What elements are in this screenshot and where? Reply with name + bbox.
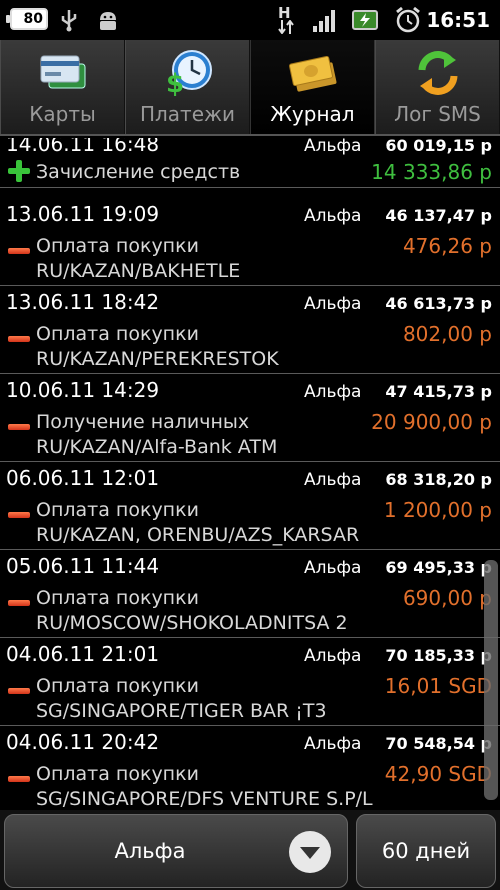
tab-journal[interactable]: Журнал: [250, 40, 375, 134]
transaction-row[interactable]: 06.06.11 12:01 Альфа 68 318,20 р Оплата …: [0, 462, 500, 550]
transaction-description: Оплата покупки RU/KAZAN/PEREKRESTOK: [36, 323, 279, 370]
transaction-bank: Альфа: [304, 206, 362, 226]
money-journal-icon: [288, 55, 336, 92]
tab-label: Лог SMS: [394, 102, 481, 126]
period-button[interactable]: 60 дней: [356, 814, 496, 888]
tab-label: Платежи: [139, 102, 236, 126]
transaction-date: 06.06.11 12:01: [6, 466, 160, 490]
transaction-bank: Альфа: [304, 470, 362, 490]
transaction-balance: 60 019,15 р: [385, 138, 492, 155]
minus-icon: [8, 240, 30, 262]
transaction-list[interactable]: 14.06.11 16:48 Альфа 60 019,15 р Зачисле…: [0, 138, 500, 810]
transaction-bank: Альфа: [304, 558, 362, 578]
transaction-description: Оплата покупки SG/SINGAPORE/DFS VENTURE S…: [36, 763, 373, 810]
battery-charging-icon: [352, 10, 378, 30]
transaction-bank: Альфа: [304, 646, 362, 666]
plus-icon: [8, 160, 30, 182]
transaction-row[interactable]: 13.06.11 18:42 Альфа 46 613,73 р Оплата …: [0, 286, 500, 374]
usb-icon: [61, 10, 77, 32]
transaction-date: 13.06.11 19:09: [6, 202, 160, 226]
sync-arrows-icon: [418, 51, 457, 95]
transaction-description: Получение наличных RU/KAZAN/Alfa-Bank ATM: [36, 411, 278, 458]
scrollbar-thumb[interactable]: [484, 560, 498, 800]
android-debug-icon: [100, 12, 116, 30]
bank-selector-dropdown[interactable]: Альфа: [4, 814, 348, 888]
transaction-row[interactable]: 04.06.11 21:01 Альфа 70 185,33 р Оплата …: [0, 638, 500, 726]
transaction-description: Оплата покупки RU/MOSCOW/SHOKOLADNITSA 2: [36, 587, 348, 634]
transaction-amount: 476,26 р: [402, 234, 492, 258]
data-transfer-icon: [278, 20, 294, 34]
transaction-row[interactable]: 14.06.11 16:48 Альфа 60 019,15 р Зачисле…: [0, 138, 500, 188]
minus-icon: [8, 592, 30, 614]
transaction-description: Оплата покупки RU/KAZAN/BAKHETLE: [36, 235, 241, 282]
bottom-bar: Альфа 60 дней: [0, 810, 500, 890]
transaction-amount: 1 200,00 р: [383, 498, 492, 522]
transaction-bank: Альфа: [304, 294, 362, 314]
tab-bar: Карты $ Платежи Журнал Лог SMS: [0, 40, 500, 136]
transaction-balance: 70 185,33 р: [385, 646, 492, 665]
payments-clock-icon: $: [166, 50, 212, 98]
tab-sms-log[interactable]: Лог SMS: [375, 40, 500, 134]
transaction-amount: 690,00 р: [402, 586, 492, 610]
transaction-date: 04.06.11 20:42: [6, 730, 160, 754]
transaction-amount: 42,90 SGD: [384, 762, 492, 786]
transaction-balance: 46 137,47 р: [385, 206, 492, 225]
transaction-date: 14.06.11 16:48: [6, 138, 160, 156]
transaction-date: 13.06.11 18:42: [6, 290, 160, 314]
minus-icon: [8, 328, 30, 350]
transaction-bank: Альфа: [304, 734, 362, 754]
transaction-date: 05.06.11 11:44: [6, 554, 160, 578]
cards-icon: [40, 55, 85, 89]
transaction-description: Оплата покупки RU/KAZAN, ORENBU/AZS_KARSA…: [36, 499, 360, 546]
transaction-row[interactable]: 05.06.11 11:44 Альфа 69 495,33 р Оплата …: [0, 550, 500, 638]
transaction-row[interactable]: 04.06.11 20:42 Альфа 70 548,54 р Оплата …: [0, 726, 500, 810]
transaction-balance: 70 548,54 р: [385, 734, 492, 753]
transaction-balance: 69 495,33 р: [385, 558, 492, 577]
minus-icon: [8, 504, 30, 526]
transaction-date: 04.06.11 21:01: [6, 642, 160, 666]
transaction-description: Оплата покупки SG/SINGAPORE/TIGER BAR ¡T3: [36, 675, 327, 722]
transaction-bank: Альфа: [304, 138, 362, 156]
minus-icon: [8, 680, 30, 702]
status-bar: 80 H 16:51: [0, 0, 500, 40]
transaction-balance: 47 415,73 р: [385, 382, 492, 401]
transaction-row[interactable]: 10.06.11 14:29 Альфа 47 415,73 р Получен…: [0, 374, 500, 462]
transaction-balance: 68 318,20 р: [385, 470, 492, 489]
transaction-amount: 20 900,00 р: [371, 410, 492, 434]
transaction-amount: 16,01 SGD: [384, 674, 492, 698]
transaction-amount: 802,00 р: [402, 322, 492, 346]
battery-level-badge: 80: [6, 8, 48, 30]
chevron-down-icon: [289, 831, 331, 873]
clock: 16:51: [426, 8, 490, 32]
tab-label: Карты: [29, 102, 96, 126]
signal-icon: [313, 10, 335, 32]
alarm-icon: [396, 6, 420, 33]
transaction-description: Зачисление средств: [36, 161, 241, 183]
transaction-row[interactable]: 13.06.11 19:09 Альфа 46 137,47 р Оплата …: [0, 198, 500, 286]
minus-icon: [8, 768, 30, 790]
transaction-bank: Альфа: [304, 382, 362, 402]
bank-selector-label: Альфа: [114, 839, 186, 863]
tab-label: Журнал: [270, 102, 355, 126]
tab-cards[interactable]: Карты: [0, 40, 125, 134]
transaction-amount: 14 333,86 р: [371, 160, 492, 184]
transaction-balance: 46 613,73 р: [385, 294, 492, 313]
tab-payments[interactable]: $ Платежи: [125, 40, 250, 134]
transaction-date: 10.06.11 14:29: [6, 378, 160, 402]
svg-text:$: $: [166, 69, 184, 98]
minus-icon: [8, 416, 30, 438]
